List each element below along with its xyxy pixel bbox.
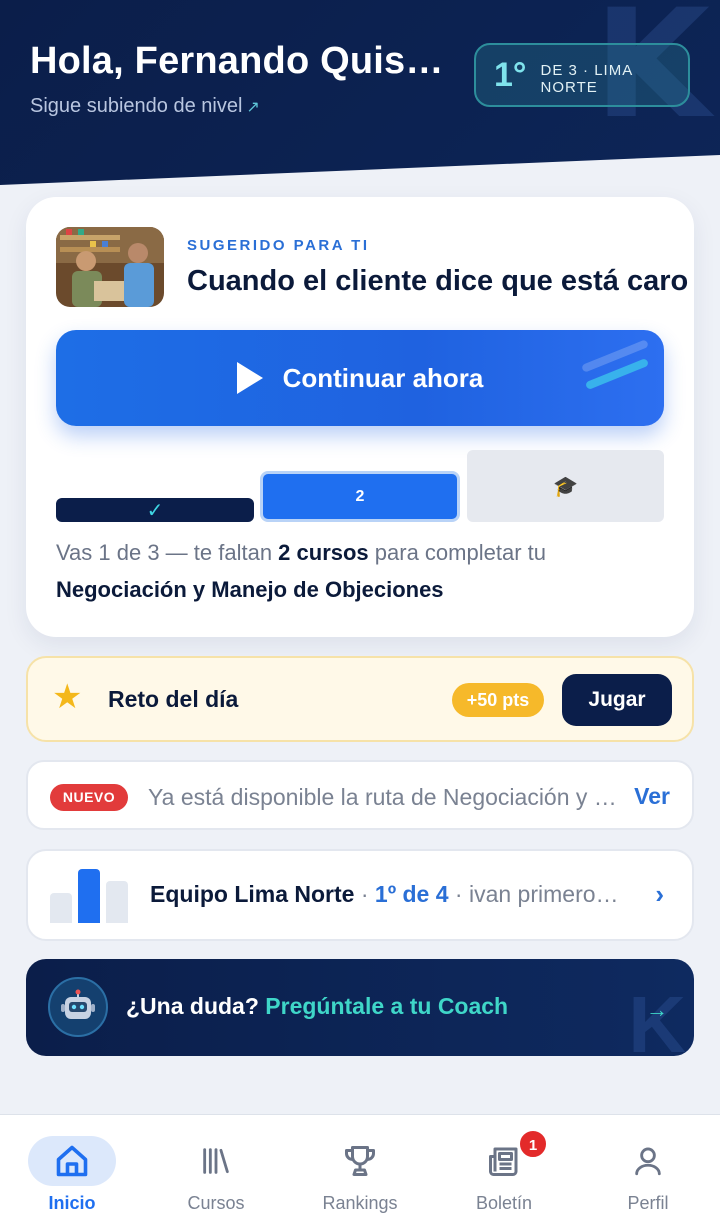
suggested-course-card: SUGERIDO PARA TI Cuando el cliente dice … (26, 197, 694, 637)
course-thumbnail (56, 227, 164, 307)
nav-item-boletin[interactable]: 1 Boletín (434, 1129, 574, 1214)
rank-badge[interactable]: 1° DE 3 · LIMA NORTE (474, 43, 690, 107)
coach-highlight: Pregúntale a tu Coach (265, 993, 509, 1019)
home-icon (28, 1136, 116, 1186)
nav-label: Cursos (187, 1193, 245, 1213)
continue-button-label: Continuar ahora (282, 362, 484, 393)
team-summary: Equipo Lima Norte · 1º de 4 · ivan prime… (150, 881, 620, 908)
chevron-right-icon: › (655, 879, 664, 909)
user-icon (578, 1135, 718, 1187)
daily-challenge-card: ★ Reto del día +50 pts Jugar (26, 656, 694, 742)
course-title[interactable]: Cuando el cliente dice que está caro (187, 265, 688, 298)
coach-banner[interactable]: K ¿Una duda? Pregúntale a tu Coach → (26, 959, 694, 1056)
subtitle-text: Sigue subiendo de nivel (30, 95, 243, 117)
nav-label: Boletín (475, 1193, 533, 1213)
trend-arrow-icon: ↗ (246, 99, 260, 116)
separator: · (354, 881, 375, 907)
team-ranking-card[interactable]: Equipo Lima Norte · 1º de 4 · ivan prime… (26, 849, 694, 941)
level-subtitle[interactable]: Sigue subiendo de nivel ↗ (30, 95, 260, 118)
nav-label: Inicio (48, 1193, 96, 1213)
coach-question: ¿Una duda? (126, 993, 259, 1019)
announcement-message: Ya está disponible la ruta de Negociació… (148, 784, 618, 810)
trophy-icon (290, 1135, 430, 1187)
separator: · (448, 881, 469, 907)
progress-description: Vas 1 de 3 — te faltan 2 cursos para com… (56, 534, 666, 608)
bottom-navigation: Inicio Cursos Rankings 1 Boletín Perfil (0, 1114, 720, 1232)
new-badge: NUEVO (50, 784, 128, 811)
rank-position: 1° (494, 55, 527, 94)
nav-item-cursos[interactable]: Cursos (146, 1135, 286, 1214)
nav-item-perfil[interactable]: Perfil (578, 1135, 718, 1214)
library-icon (146, 1135, 286, 1187)
arrow-right-icon: → (646, 997, 668, 1022)
continue-button[interactable]: Continuar ahora (56, 330, 664, 426)
progress-pre: Vas 1 de 3 — te faltan (56, 540, 279, 565)
nav-label: Perfil (627, 1193, 669, 1213)
challenge-label: Reto del día (108, 686, 239, 712)
announcement-banner[interactable]: NUEVO Ya está disponible la ruta de Nego… (26, 760, 694, 830)
notification-badge: 1 (518, 1129, 548, 1159)
newspaper-icon: 1 (434, 1129, 574, 1187)
step-graduation-cap-icon[interactable]: 🎓 (467, 450, 664, 522)
nav-item-rankings[interactable]: Rankings (290, 1135, 430, 1214)
nav-label: Rankings (322, 1193, 398, 1213)
view-link[interactable]: Ver (634, 783, 670, 810)
bar-chart-icon (50, 869, 130, 923)
greeting-title: Hola, Fernando Quisp... (30, 40, 450, 82)
header: K Hola, Fernando Quisp... Sigue subiendo… (0, 0, 720, 185)
learning-path-name: Negociación y Manejo de Objeciones (56, 577, 444, 602)
coach-prompt: ¿Una duda? Pregúntale a tu Coach (126, 993, 508, 1020)
rank-detail: DE 3 · LIMA NORTE (540, 62, 633, 96)
suggested-eyebrow: SUGERIDO PARA TI (187, 237, 370, 254)
play-icon (236, 362, 263, 394)
step-completed[interactable]: ✓ (56, 498, 254, 522)
path-progress-steps: ✓ 2 🎓 (56, 450, 664, 522)
progress-post: para completar tu (368, 540, 546, 565)
team-rank: 1º de 4 (374, 881, 449, 907)
star-icon: ★ (52, 678, 83, 716)
step-current[interactable]: 2 (260, 471, 460, 522)
team-name: Equipo Lima Norte (150, 881, 355, 907)
nav-item-inicio[interactable]: Inicio (2, 1135, 142, 1214)
robot-icon (48, 977, 108, 1037)
team-detail: ivan primero del equipo (468, 881, 620, 907)
play-challenge-button[interactable]: Jugar (562, 674, 672, 726)
progress-remaining: 2 cursos (278, 540, 369, 565)
points-badge: +50 pts (452, 683, 544, 717)
